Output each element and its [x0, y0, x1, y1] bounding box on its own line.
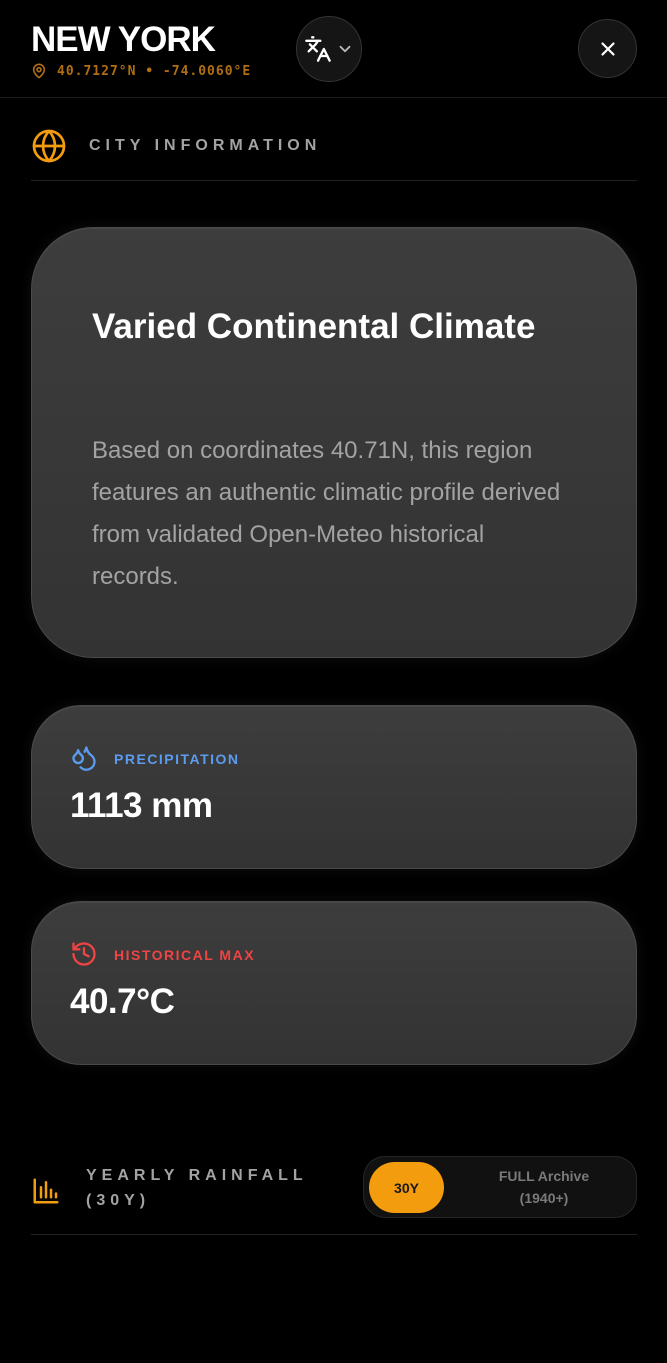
climate-description: Based on coordinates 40.71N, this region…	[92, 437, 561, 590]
historical-max-label: HISTORICAL MAX	[114, 947, 256, 963]
climate-title: Varied Continental Climate	[92, 307, 536, 346]
toggle-full-archive-button[interactable]: FULL Archive (1940+)	[464, 1165, 624, 1209]
precipitation-value: 1113 mm	[70, 786, 213, 825]
climate-card: Varied Continental Climate Based on coor…	[31, 227, 637, 658]
yearly-rainfall-title: YEARLY RAINFALL (30Y)	[86, 1167, 308, 1209]
toggle-30y-button[interactable]: 30Y	[369, 1162, 444, 1213]
language-button[interactable]	[296, 16, 362, 82]
precipitation-label: PRECIPITATION	[114, 751, 240, 767]
globe-icon	[32, 129, 66, 163]
coordinates: 40.7127°N • -74.0060°E	[31, 63, 251, 79]
bar-chart-icon	[33, 1178, 59, 1204]
history-icon	[72, 942, 96, 966]
city-name: NEW YORK	[31, 20, 216, 59]
historical-max-card: HISTORICAL MAX 40.7°C	[31, 901, 637, 1065]
range-toggle: 30Y FULL Archive (1940+)	[363, 1156, 637, 1218]
precipitation-card: PRECIPITATION 1113 mm	[31, 705, 637, 869]
droplets-icon	[72, 746, 96, 771]
close-button[interactable]	[578, 19, 637, 78]
translate-icon	[305, 36, 331, 62]
chevron-down-icon	[339, 45, 351, 53]
city-information-header: CITY INFORMATION	[31, 127, 637, 181]
close-icon	[600, 41, 615, 56]
toggle-full-years: (1940+)	[519, 1190, 569, 1206]
map-pin-icon	[32, 63, 46, 79]
toggle-full-label: FULL Archive	[498, 1168, 590, 1184]
header: NEW YORK 40.7127°N • -74.0060°E	[0, 0, 667, 98]
section-title: CITY INFORMATION	[89, 137, 322, 154]
historical-max-value: 40.7°C	[70, 982, 175, 1021]
coordinates-text: 40.7127°N • -74.0060°E	[57, 63, 252, 79]
yearly-rainfall-header: YEARLY RAINFALL (30Y) 30Y FULL Archive (…	[31, 1146, 637, 1235]
